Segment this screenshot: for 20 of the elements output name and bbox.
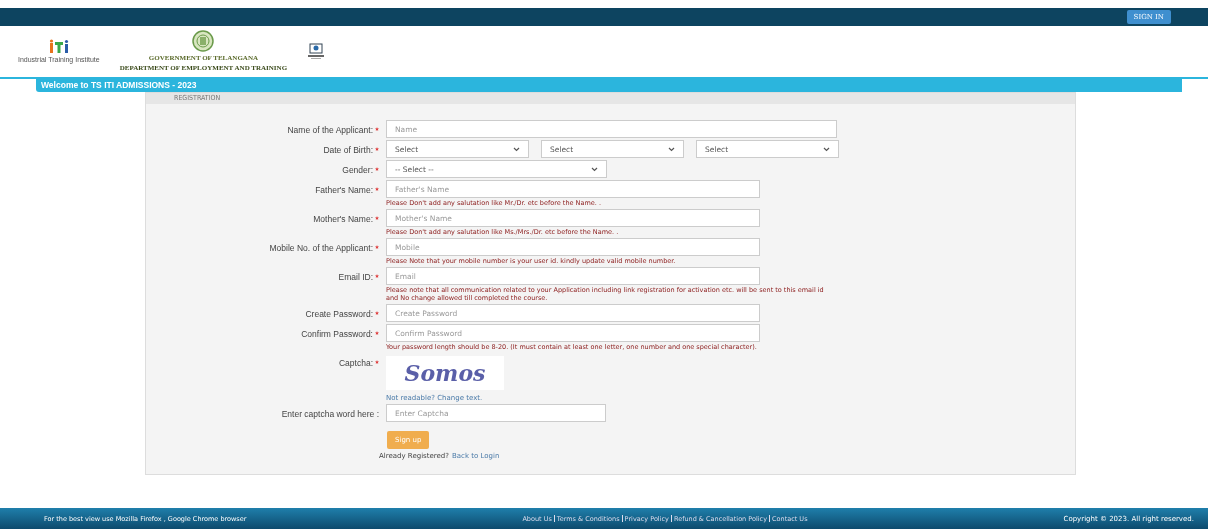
field-label: Email ID:	[338, 272, 373, 284]
chevron-icon	[513, 146, 520, 152]
welcome-banner: Welcome to TS ITI ADMISSIONS - 2023	[36, 77, 1182, 92]
chevron-icon	[823, 146, 830, 152]
chevron-icon	[591, 166, 598, 172]
field-label: Enter captcha word here :	[281, 409, 379, 421]
captcha-image: Somos	[386, 356, 504, 390]
iti-logo-icon	[47, 39, 70, 54]
field-label: Date of Birth:	[323, 145, 373, 157]
field-label: Mobile No. of the Applicant:	[269, 243, 373, 255]
skill-india-logo-icon	[307, 42, 326, 60]
field-label: Mother's Name:	[313, 214, 373, 226]
field-label: Confirm Password:	[301, 329, 373, 341]
field-label: Name of the Applicant:	[287, 125, 373, 137]
field-label: Father's Name:	[315, 185, 373, 197]
field-label: Captcha:	[338, 358, 373, 370]
chevron-icon	[668, 146, 675, 152]
field-label: Gender:	[342, 165, 373, 177]
field-label: Create Password:	[305, 309, 373, 321]
state-emblem-icon	[192, 29, 215, 52]
